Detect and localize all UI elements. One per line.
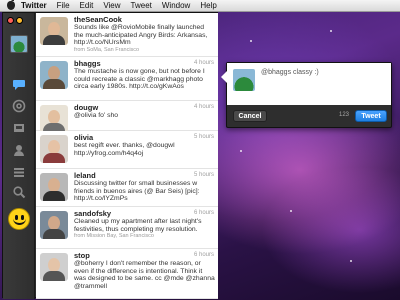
twitter-window: theSeanCook Sounds like @RovioMobile fin… — [2, 12, 218, 299]
tweet-text: Discussing twitter for small businesses … — [74, 180, 200, 203]
compose-text[interactable]: @bhaggs classy :) — [261, 69, 319, 76]
tweet-timestamp: 4 hours — [193, 104, 214, 110]
cancel-button[interactable]: Cancel — [233, 110, 267, 122]
menu-view[interactable]: View — [103, 1, 120, 10]
tweet-item[interactable]: dougw 4 hours @olivia fo' sho — [36, 101, 218, 133]
tweet-text: best regift ever. thanks, @dougwl http:/… — [74, 142, 175, 157]
tweet-timestamp: 6 hours — [193, 210, 214, 216]
at-mention-icon[interactable] — [12, 99, 26, 113]
tweet-text: The mustache is now gone, but not before… — [74, 68, 205, 91]
close-window-button[interactable] — [7, 17, 14, 24]
tweet-item[interactable]: sandofsky 6 hours Cleaned up my apartmen… — [36, 207, 218, 249]
search-icon[interactable] — [12, 185, 26, 199]
person-icon[interactable] — [12, 143, 26, 157]
tweet-text: Cleaned up my apartment after last night… — [74, 218, 202, 233]
speech-bubble-icon[interactable] — [12, 77, 26, 91]
account-avatar[interactable] — [10, 35, 28, 53]
tweet-button[interactable]: Tweet — [355, 110, 387, 122]
user-avatar[interactable] — [40, 17, 68, 45]
tweet-username[interactable]: theSeanCook — [74, 15, 215, 24]
tweet-location: from Mission Bay, San Francisco — [74, 233, 154, 240]
star — [250, 40, 252, 42]
list-icon[interactable] — [12, 165, 26, 179]
menu-help[interactable]: Help — [200, 1, 216, 10]
menu-bar: Twitter File Edit View Tweet Window Help — [0, 0, 400, 12]
window-controls — [7, 17, 23, 24]
tweet-item[interactable]: theSeanCook Sounds like @RovioMobile fin… — [36, 13, 218, 57]
menu-tweet[interactable]: Tweet — [131, 1, 152, 10]
menu-file[interactable]: File — [57, 1, 70, 10]
sidebar — [3, 13, 35, 299]
tweet-timestamp: 5 hours — [193, 134, 214, 140]
tweet-text: @boherry I don't remember the reason, or… — [74, 260, 215, 290]
tweet-item[interactable]: leland 5 hours Discussing twitter for sm… — [36, 169, 218, 207]
compose-avatar — [233, 69, 255, 91]
tweet-text: @olivia fo' sho — [74, 112, 119, 119]
tweet-timestamp: 5 hours — [193, 172, 214, 178]
tweet-item[interactable]: bhaggs 4 hours The mustache is now gone,… — [36, 57, 218, 101]
tweet-text: Sounds like @RovioMobile finally launche… — [74, 24, 208, 47]
star — [350, 260, 352, 262]
menu-edit[interactable]: Edit — [80, 1, 94, 10]
timeline[interactable]: theSeanCook Sounds like @RovioMobile fin… — [36, 13, 218, 299]
inbox-icon[interactable] — [12, 121, 26, 135]
apple-menu-icon[interactable] — [7, 0, 15, 10]
user-avatar[interactable] — [40, 105, 68, 133]
smiley-icon[interactable] — [8, 208, 30, 230]
menu-app-name[interactable]: Twitter — [21, 1, 47, 10]
user-avatar[interactable] — [40, 173, 68, 201]
tweet-timestamp: 4 hours — [193, 60, 214, 66]
compose-toolbar: Cancel 123 Tweet — [227, 105, 391, 127]
user-avatar[interactable] — [40, 61, 68, 89]
user-avatar[interactable] — [40, 211, 68, 239]
star — [290, 210, 292, 212]
tweet-timestamp: 6 hours — [193, 252, 214, 258]
star — [240, 150, 242, 152]
menu-window[interactable]: Window — [162, 1, 190, 10]
compose-text-area[interactable]: @bhaggs classy :) — [227, 63, 391, 105]
tweet-item[interactable]: olivia 5 hours best regift ever. thanks,… — [36, 131, 218, 169]
user-avatar[interactable] — [40, 253, 68, 281]
tweet-item[interactable]: stop 6 hours @boherry I don't remember t… — [36, 249, 218, 299]
user-avatar[interactable] — [40, 135, 68, 163]
compose-tweet-popover: @bhaggs classy :) Cancel 123 Tweet — [221, 62, 392, 128]
minimize-window-button[interactable] — [16, 17, 23, 24]
star — [330, 30, 332, 32]
tweet-location: from SoMa, San Francisco — [74, 46, 140, 53]
character-count: 123 — [339, 112, 350, 118]
